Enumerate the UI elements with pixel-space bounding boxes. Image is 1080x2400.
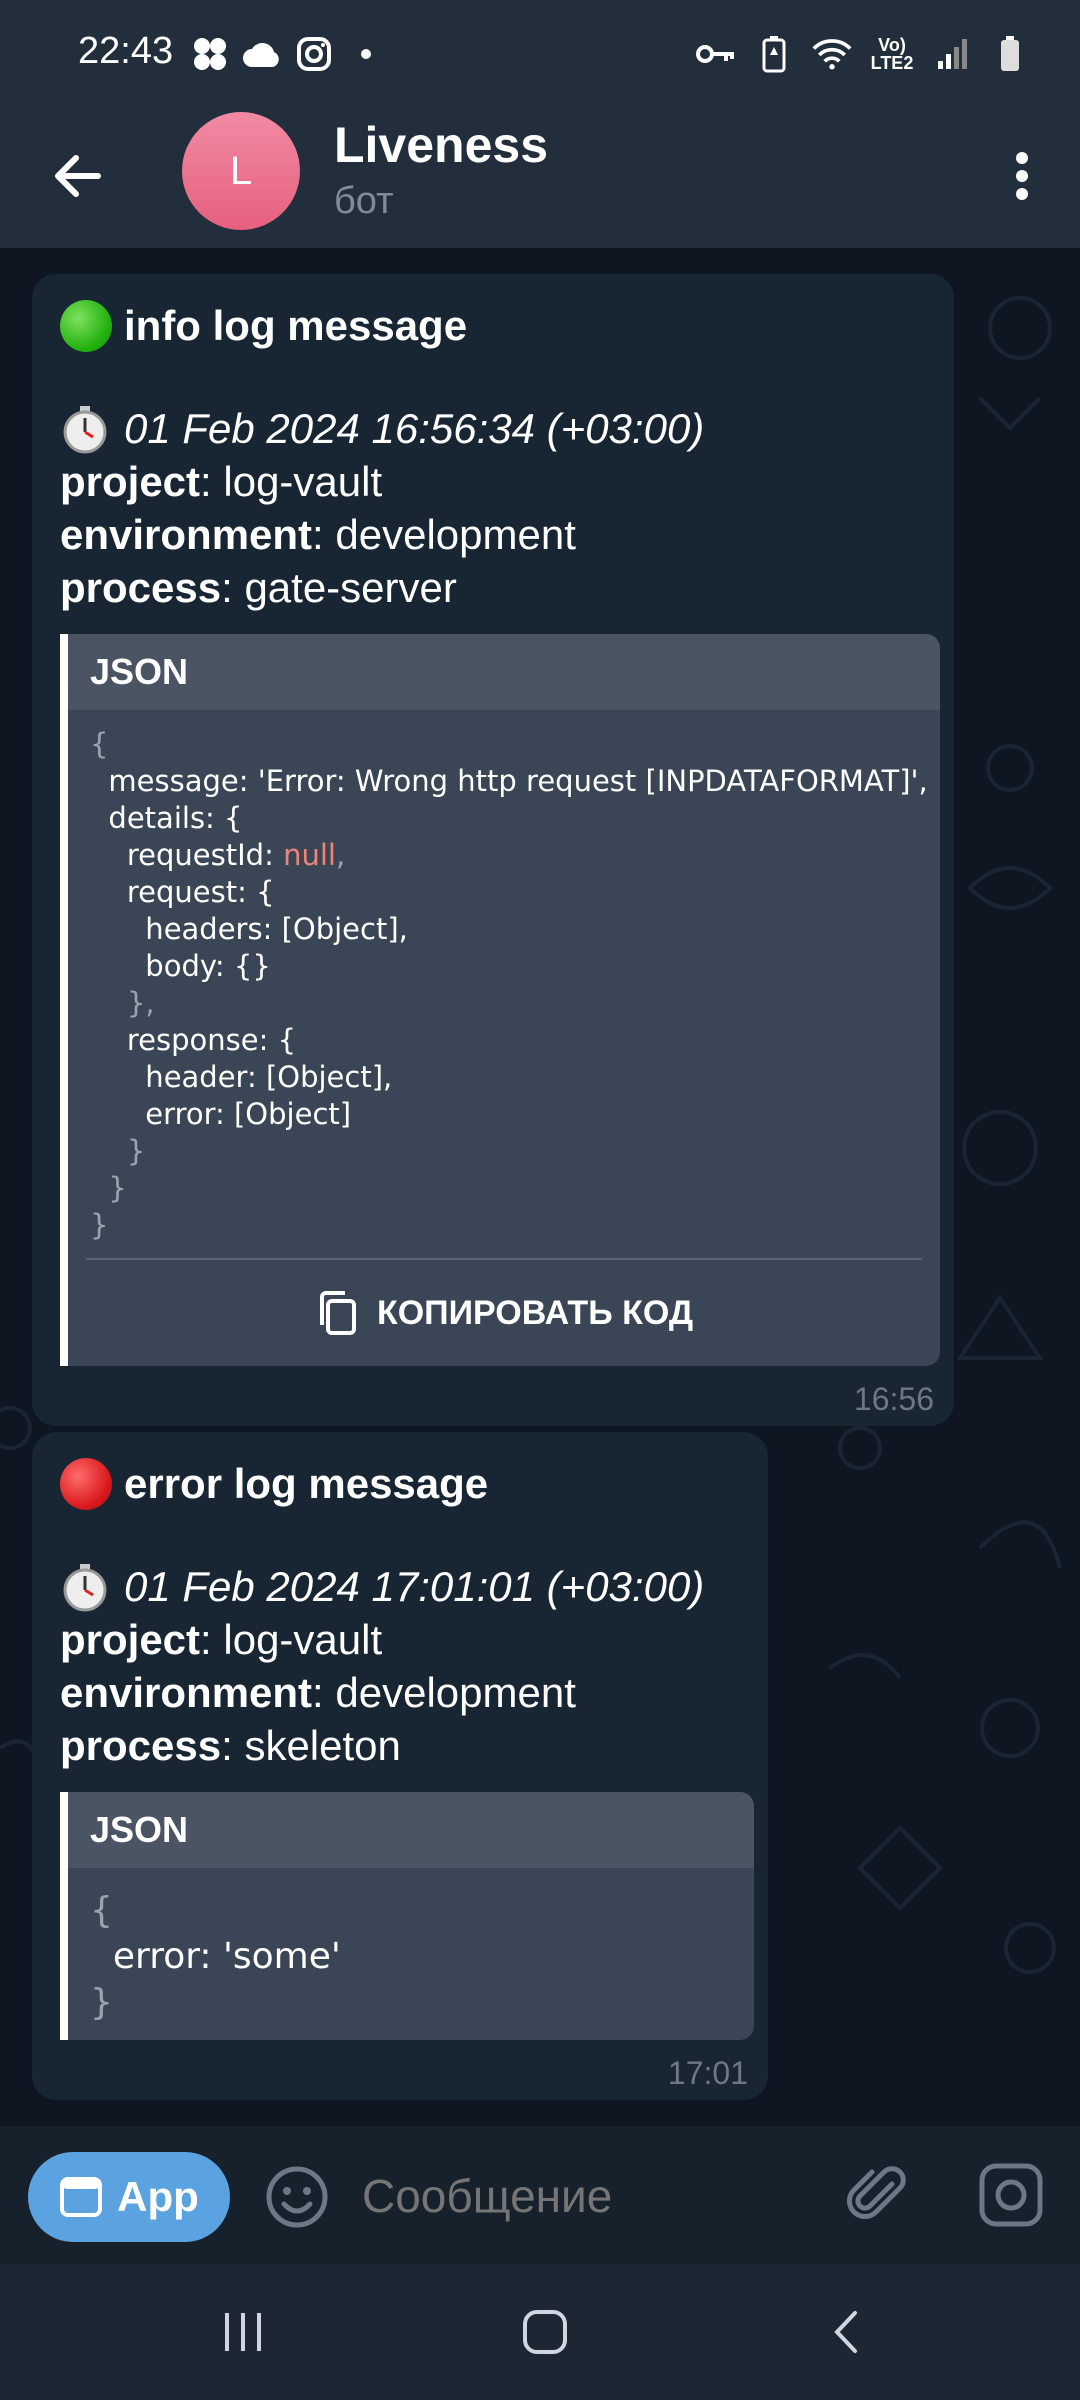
dot-icon xyxy=(346,34,386,74)
instagram-icon xyxy=(294,34,334,74)
code-language-label: JSON xyxy=(68,1792,754,1868)
status-bar: 22:43 Vo) LTE2 xyxy=(0,0,1080,108)
project-value: log-vault xyxy=(223,458,383,505)
back-button[interactable] xyxy=(46,144,110,208)
battery-saver-icon xyxy=(754,34,794,74)
app-button[interactable]: App xyxy=(28,2152,230,2242)
emoji-button[interactable] xyxy=(264,2164,330,2230)
system-icons: Vo) LTE2 xyxy=(696,34,1030,74)
stopwatch-icon xyxy=(63,1563,107,1611)
process-key: process xyxy=(60,1722,222,1769)
multi-dot-icon xyxy=(190,34,230,74)
environment-line: environment: development xyxy=(60,511,576,558)
log-level-label: error log message xyxy=(124,1460,489,1507)
home-button[interactable] xyxy=(505,2294,585,2370)
network-label: Vo) LTE2 xyxy=(870,35,914,73)
log-datetime: 01 Feb 2024 16:56:34 (+03:00) xyxy=(124,405,705,452)
chat-area[interactable]: info log message 01 Feb 2024 16:56:34 (+… xyxy=(0,248,1080,2126)
recent-apps-button[interactable] xyxy=(204,2294,284,2370)
message-bubble[interactable]: info log message 01 Feb 2024 16:56:34 (+… xyxy=(32,274,954,1426)
process-value: gate-server xyxy=(244,564,457,611)
process-key: process xyxy=(60,564,222,611)
process-line: process: gate-server xyxy=(60,564,457,611)
key-icon xyxy=(696,34,736,74)
instagram-camera-icon xyxy=(979,2163,1043,2227)
environment-line: environment: development xyxy=(60,1669,576,1716)
chat-title[interactable]: Liveness xyxy=(334,116,548,174)
project-key: project xyxy=(60,1616,201,1663)
project-line: project: log-vault xyxy=(60,1616,383,1663)
log-datetime-line: 01 Feb 2024 17:01:01 (+03:00) xyxy=(60,1560,740,1613)
message-composer: App xyxy=(0,2126,1080,2264)
camera-button[interactable] xyxy=(978,2162,1044,2228)
home-icon xyxy=(523,2310,567,2354)
paperclip-icon xyxy=(846,2166,906,2220)
wifi-icon xyxy=(812,34,852,74)
log-datetime: 01 Feb 2024 17:01:01 (+03:00) xyxy=(124,1563,705,1610)
signal-icon xyxy=(932,34,972,74)
chat-subtitle: бот xyxy=(334,180,394,222)
environment-key: environment xyxy=(60,1669,313,1716)
attach-button[interactable] xyxy=(846,2162,912,2228)
code-block: JSON { message: 'Error: Wrong http reque… xyxy=(60,634,940,1366)
environment-value: development xyxy=(335,511,576,558)
copy-icon xyxy=(319,1291,356,1335)
battery-icon xyxy=(990,34,1030,74)
stopwatch-icon xyxy=(63,405,107,453)
code-block: JSON { error: 'some'} xyxy=(60,1792,754,2040)
message-header: info log message xyxy=(60,300,926,352)
code-language-label: JSON xyxy=(68,634,940,710)
message-time: 16:56 xyxy=(853,1381,934,1417)
message-time: 17:01 xyxy=(667,2055,748,2091)
app-button-label: App xyxy=(117,2173,199,2220)
log-datetime-line: 01 Feb 2024 16:56:34 (+03:00) xyxy=(60,402,926,455)
project-line: project: log-vault xyxy=(60,458,383,505)
notification-icons xyxy=(190,34,386,74)
green-circle-icon xyxy=(60,300,112,352)
environment-key: environment xyxy=(60,511,313,558)
process-line: process: skeleton xyxy=(60,1722,401,1769)
code-content[interactable]: { message: 'Error: Wrong http request [I… xyxy=(68,710,940,1252)
cloud-icon xyxy=(242,34,282,74)
avatar[interactable]: L xyxy=(182,112,300,230)
code-content[interactable]: { error: 'some'} xyxy=(68,1868,754,2040)
chat-header: L Liveness бот xyxy=(0,108,1080,248)
arrow-left-icon xyxy=(55,155,101,197)
project-value: log-vault xyxy=(223,1616,383,1663)
process-value: skeleton xyxy=(244,1722,401,1769)
message-header: error log message xyxy=(60,1458,740,1510)
log-level-label: info log message xyxy=(124,302,468,349)
recent-apps-icon xyxy=(225,2313,261,2351)
more-vertical-icon xyxy=(1016,152,1028,200)
app-window-icon xyxy=(60,2177,103,2217)
message-input[interactable] xyxy=(362,2158,802,2234)
copy-code-label: КОПИРОВАТЬ КОД xyxy=(376,1293,694,1332)
system-nav-bar xyxy=(0,2264,1080,2400)
chevron-left-icon xyxy=(834,2311,857,2353)
smiley-icon xyxy=(266,2166,328,2228)
environment-value: development xyxy=(335,1669,576,1716)
more-menu-button[interactable] xyxy=(990,144,1054,208)
copy-code-button[interactable]: КОПИРОВАТЬ КОД xyxy=(68,1260,940,1366)
message-bubble[interactable]: error log message 01 Feb 2024 17:01:01 (… xyxy=(32,1432,768,2100)
back-nav-button[interactable] xyxy=(808,2294,888,2370)
status-time: 22:43 xyxy=(78,30,174,72)
project-key: project xyxy=(60,458,201,505)
red-circle-icon xyxy=(60,1458,112,1510)
